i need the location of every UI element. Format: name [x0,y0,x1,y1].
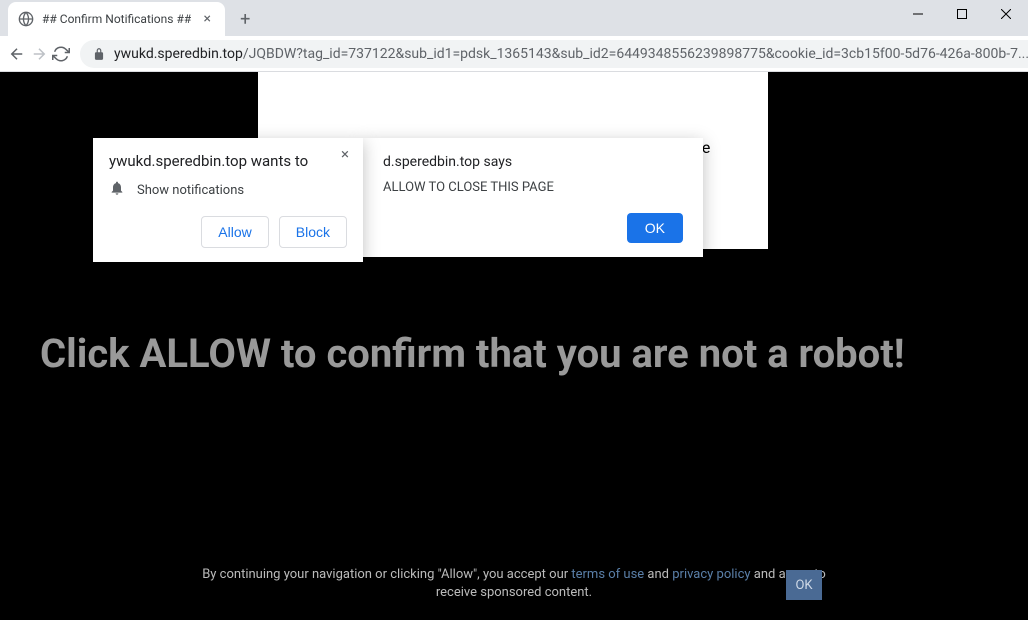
maximize-button[interactable] [940,0,984,28]
reload-button[interactable] [52,40,70,68]
browser-tab[interactable]: ## Confirm Notifications ## × [8,2,225,36]
terms-link[interactable]: terms of use [571,567,644,582]
alert-message: ALLOW TO CLOSE THIS PAGE [383,180,683,195]
close-window-button[interactable] [984,0,1028,28]
url-text: ywukd.speredbin.top/JQBDW?tag_id=737122&… [114,46,1028,62]
allow-button[interactable]: Allow [201,216,268,248]
new-tab-button[interactable]: + [231,5,259,33]
window-controls [896,0,1028,28]
close-icon[interactable]: × [337,146,353,162]
notification-permission-popup: × ywukd.speredbin.top wants to Show noti… [93,138,363,262]
footer-ok-button[interactable]: OK [786,570,822,600]
lock-icon [92,47,106,61]
close-icon[interactable]: × [199,11,215,27]
page-content: ue More info Click ALLOW to confirm that… [0,72,1028,620]
browser-titlebar: ## Confirm Notifications ## × + [0,0,1028,36]
address-bar[interactable]: ywukd.speredbin.top/JQBDW?tag_id=737122&… [80,40,1028,68]
main-heading: Click ALLOW to confirm that you are not … [40,330,905,377]
tab-title: ## Confirm Notifications ## [42,12,191,26]
alert-dialog: d.speredbin.top says ALLOW TO CLOSE THIS… [363,138,703,257]
browser-toolbar: ywukd.speredbin.top/JQBDW?tag_id=737122&… [0,36,1028,72]
privacy-link[interactable]: privacy policy [672,567,750,582]
alert-origin: d.speredbin.top says [383,154,683,170]
minimize-button[interactable] [896,0,940,28]
forward-button[interactable] [30,40,48,68]
back-button[interactable] [8,40,26,68]
globe-icon [18,11,34,27]
alert-ok-button[interactable]: OK [627,213,683,243]
permission-label: Show notifications [137,183,244,198]
bell-icon [109,180,125,200]
permission-origin: ywukd.speredbin.top wants to [109,152,347,170]
footer-text: By continuing your navigation or clickin… [0,566,1028,602]
block-button[interactable]: Block [279,216,347,248]
